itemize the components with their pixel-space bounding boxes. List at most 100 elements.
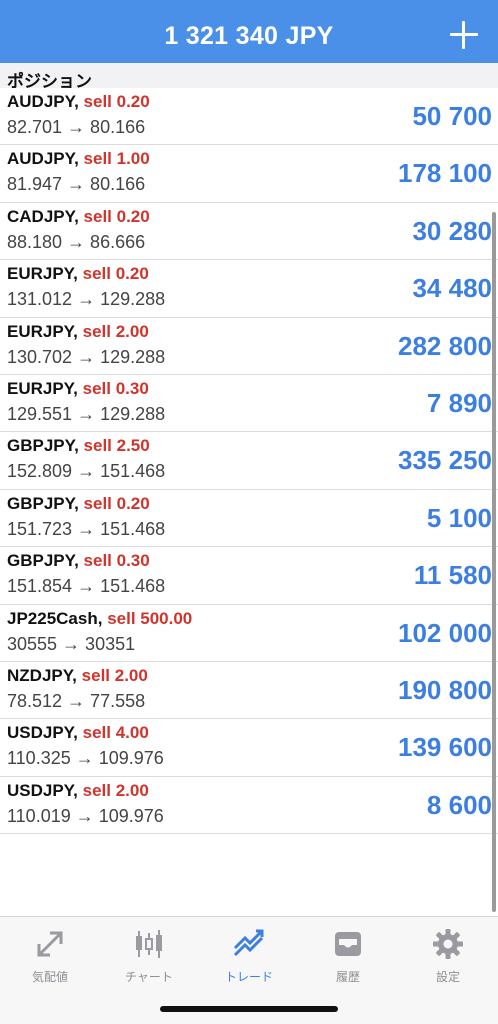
- position-side: sell 4.00: [82, 723, 149, 743]
- tab-trade[interactable]: トレード: [199, 927, 299, 987]
- position-symbol: AUDJPY,: [7, 149, 79, 169]
- tab-chart[interactable]: チャート: [99, 927, 199, 987]
- candlestick-icon: [136, 930, 162, 958]
- plus-icon[interactable]: [450, 21, 478, 49]
- position-profit: 335 250: [398, 445, 492, 476]
- position-side: sell 2.50: [83, 436, 150, 456]
- position-title: CADJPY, sell 0.20: [7, 207, 150, 227]
- position-prices: 82.701 → 80.166: [7, 117, 146, 137]
- header-bar: 1 321 340 JPY: [0, 0, 498, 63]
- position-row[interactable]: JP225Cash, sell 500.00 30555 → 30351 102 0…: [0, 604, 498, 662]
- position-prices: 110.325 → 109.976: [7, 748, 164, 769]
- position-profit: 50 700: [412, 101, 492, 131]
- position-profit: 5 100: [426, 502, 492, 533]
- positions-list: AUDJPY, sell 0.20 82.701 → 80.166 50 700 AU…: [0, 88, 498, 835]
- position-side: sell 0.30: [83, 551, 150, 571]
- position-prices: 151.723 → 151.468: [7, 518, 166, 539]
- position-row[interactable]: AUDJPY, sell 0.20 82.701 → 80.166 50 700: [0, 88, 498, 146]
- position-prices: 88.180 → 86.666: [7, 231, 146, 252]
- position-side: sell 0.20: [83, 92, 150, 111]
- section-header: ポジション: [0, 63, 498, 92]
- tab-label: 設定: [435, 970, 460, 984]
- position-title: USDJPY, sell 2.00: [7, 781, 149, 801]
- position-symbol: JP225Cash,: [7, 608, 103, 628]
- position-title: EURJPY, sell 0.30: [7, 379, 149, 399]
- position-row[interactable]: NZDJPY, sell 2.00 78.512 → 77.558 190 800: [0, 661, 498, 720]
- position-profit: 139 600: [398, 732, 492, 763]
- position-profit: 190 800: [398, 674, 492, 705]
- position-prices: 129.551 → 129.288: [7, 403, 166, 424]
- position-profit: 178 100: [398, 158, 492, 189]
- tab-history[interactable]: 履歴: [298, 927, 398, 987]
- position-row[interactable]: GBPJPY, sell 2.50 152.809 → 151.468 335 25…: [0, 432, 498, 490]
- history-icon: [335, 932, 361, 956]
- position-symbol: CADJPY,: [7, 206, 79, 226]
- position-title: USDJPY, sell 4.00: [7, 723, 149, 743]
- tab-quotes[interactable]: 気配値: [0, 927, 100, 987]
- position-profit: 34 480: [412, 273, 492, 304]
- position-title: GBPJPY, sell 0.20: [7, 494, 150, 514]
- trade-icon: [233, 929, 264, 957]
- position-row[interactable]: AUDJPY, sell 1.00 81.947 → 80.166 178 100: [0, 145, 498, 203]
- position-side: sell 0.30: [82, 378, 149, 398]
- position-row[interactable]: USDJPY, sell 4.00 110.325 → 109.976 139 60…: [0, 719, 498, 777]
- position-side: sell 0.20: [83, 206, 150, 226]
- position-symbol: EURJPY,: [7, 264, 78, 284]
- position-symbol: USDJPY,: [7, 723, 78, 743]
- tab-settings[interactable]: 設定: [398, 927, 498, 987]
- position-profit: 8 600: [426, 789, 492, 820]
- position-title: AUDJPY, sell 0.20: [7, 92, 150, 112]
- position-symbol: NZDJPY,: [7, 665, 77, 685]
- position-profit: 282 800: [398, 330, 492, 361]
- position-profit: 102 000: [398, 617, 492, 648]
- position-prices: 130.702 → 129.288: [7, 346, 166, 367]
- position-prices: 78.512 → 77.558: [7, 690, 146, 711]
- position-prices: 30555 → 30351: [7, 633, 136, 654]
- position-profit: 7 890: [426, 387, 492, 418]
- quotes-icon: [37, 931, 63, 957]
- position-title: EURJPY, sell 2.00: [7, 322, 149, 342]
- position-side: sell 2.00: [82, 780, 149, 800]
- position-prices: 81.947 → 80.166: [7, 174, 146, 195]
- home-indicator: [160, 1006, 338, 1012]
- position-symbol: AUDJPY,: [7, 92, 79, 111]
- position-row[interactable]: EURJPY, sell 0.30 129.551 → 129.288 7 890: [0, 374, 498, 433]
- position-side: sell 0.20: [82, 264, 149, 284]
- position-prices: 151.854 → 151.468: [7, 576, 166, 597]
- position-title: JP225Cash, sell 500.00: [7, 609, 192, 629]
- position-side: sell 2.00: [81, 665, 148, 685]
- position-prices: 152.809 → 151.468: [7, 461, 166, 482]
- scrollbar[interactable]: [492, 212, 496, 912]
- position-row[interactable]: EURJPY, sell 0.20 131.012 → 129.288 34 480: [0, 260, 498, 318]
- position-prices: 110.019 → 109.976: [7, 805, 164, 826]
- position-symbol: GBPJPY,: [7, 436, 79, 456]
- position-row[interactable]: EURJPY, sell 2.00 130.702 → 129.288 282 80…: [0, 317, 498, 375]
- tab-label: トレード: [224, 970, 273, 984]
- position-profit: 11 580: [413, 560, 492, 591]
- tab-label: 履歴: [335, 970, 360, 984]
- settings-icon: [433, 929, 463, 959]
- position-title: AUDJPY, sell 1.00: [7, 149, 150, 169]
- position-symbol: GBPJPY,: [7, 493, 79, 513]
- position-profit: 30 280: [412, 215, 492, 246]
- position-title: NZDJPY, sell 2.00: [7, 666, 148, 686]
- position-title: GBPJPY, sell 2.50: [7, 436, 150, 456]
- position-side: sell 2.00: [82, 321, 149, 341]
- position-row[interactable]: USDJPY, sell 2.00 110.019 → 109.976 8 600: [0, 776, 498, 835]
- position-symbol: EURJPY,: [7, 378, 78, 398]
- position-side: sell 0.20: [83, 493, 150, 513]
- position-side: sell 1.00: [83, 149, 150, 169]
- position-symbol: USDJPY,: [7, 780, 78, 800]
- balance-title: 1 321 340 JPY: [164, 22, 334, 50]
- position-side: sell 500.00: [107, 608, 193, 628]
- tab-label: チャート: [125, 970, 173, 984]
- position-title: EURJPY, sell 0.20: [7, 264, 149, 284]
- position-title: GBPJPY, sell 0.30: [7, 551, 150, 571]
- position-row[interactable]: GBPJPY, sell 0.20 151.723 → 151.468 5 100: [0, 489, 498, 548]
- tab-label: 気配値: [31, 970, 68, 984]
- position-symbol: EURJPY,: [7, 321, 78, 341]
- position-row[interactable]: GBPJPY, sell 0.30 151.854 → 151.468 11 580: [0, 547, 498, 605]
- position-symbol: GBPJPY,: [7, 551, 79, 571]
- position-row[interactable]: CADJPY, sell 0.20 88.180 → 86.666 30 280: [0, 202, 498, 261]
- position-prices: 131.012 → 129.288: [7, 289, 166, 310]
